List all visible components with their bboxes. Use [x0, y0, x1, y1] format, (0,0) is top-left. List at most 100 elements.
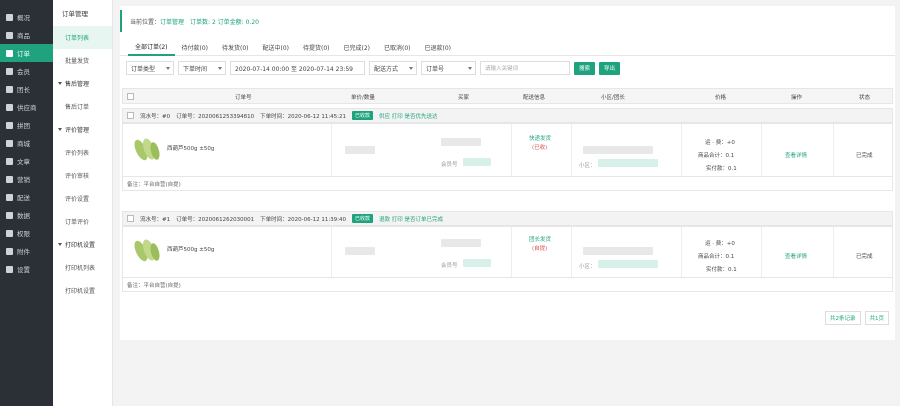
- order-summary: 订单数: 2 订单金额: 0.20: [190, 18, 259, 26]
- sidebar-item[interactable]: 概况: [0, 8, 53, 26]
- order-checkbox[interactable]: [127, 112, 134, 119]
- product-name[interactable]: 西葫芦500g ±50g: [167, 144, 214, 152]
- breadcrumb-current[interactable]: 订单管理: [160, 17, 184, 26]
- divider: [681, 124, 682, 176]
- order-action-links[interactable]: 供应 打印 是否优先送达: [379, 112, 438, 120]
- view-detail-link[interactable]: 查看详情: [785, 252, 807, 260]
- order-tab[interactable]: 已完成(2): [337, 38, 378, 56]
- order-remark: 备注：平台自营(自提): [122, 177, 893, 191]
- submenu-order-review[interactable]: 订单评价: [53, 210, 112, 233]
- order-tab[interactable]: 配送中(0): [256, 38, 297, 56]
- sidebar-item[interactable]: 营销: [0, 170, 53, 188]
- secondary-menu: 订单管理 订单列表 批量发货 售后管理 售后订单 评价管理 评价列表 评价审核 …: [53, 0, 113, 406]
- date-range-picker[interactable]: 2020-07-14 00:00 至 2020-07-14 23:59: [230, 61, 365, 75]
- submenu-group-after-sale[interactable]: 售后管理: [53, 72, 112, 95]
- col-dispatch: 配送信息: [523, 95, 546, 101]
- delivery-select[interactable]: 配送方式: [369, 61, 417, 75]
- sidebar-item-label: 附件: [17, 248, 30, 256]
- order-time: 下单时间：2020-06-12 11:39:40: [260, 216, 347, 223]
- submenu-review-settings[interactable]: 评价设置: [53, 187, 112, 210]
- sidebar-item[interactable]: 权限: [0, 224, 53, 242]
- select-value: 配送方式: [374, 65, 399, 73]
- submenu-printer-settings[interactable]: 打印机设置: [53, 279, 112, 302]
- divider: [331, 227, 332, 277]
- goods-total: 商品合计：0.1: [698, 254, 735, 260]
- sidebar-item[interactable]: 拼团: [0, 116, 53, 134]
- submenu-order-list[interactable]: 订单列表: [53, 26, 112, 49]
- order-row: 西葫芦500g ±50g 会员号 快递发货 (已收) 小区： 运 · 费：+0 …: [122, 123, 893, 177]
- product-name[interactable]: 西葫芦500g ±50g: [167, 245, 214, 253]
- sidebar-item[interactable]: 供应商: [0, 98, 53, 116]
- time-type-select[interactable]: 下单时间: [178, 61, 226, 75]
- divider: [331, 124, 332, 176]
- order-tab[interactable]: 全部订单(2): [128, 38, 175, 56]
- order-tab[interactable]: 待付款(0): [175, 38, 216, 56]
- community-label: 小区：: [579, 163, 596, 169]
- sidebar-item[interactable]: 文章: [0, 152, 53, 170]
- submenu-batch-ship[interactable]: 批量发货: [53, 49, 112, 72]
- paid-amount: 实付款：0.1: [706, 166, 737, 172]
- search-field-select[interactable]: 订单号: [421, 61, 476, 75]
- community-blur-2: [598, 159, 658, 167]
- sidebar-item[interactable]: 设置: [0, 260, 53, 278]
- order-status: 已完成: [856, 254, 873, 260]
- product-image: [134, 239, 160, 262]
- sidebar-item[interactable]: 团长: [0, 80, 53, 98]
- submenu-group-printer[interactable]: 打印机设置: [53, 233, 112, 256]
- order-number: 订单号：2020061262030001: [176, 216, 255, 223]
- sidebar-item[interactable]: 配送: [0, 188, 53, 206]
- order-tab[interactable]: 已取消(0): [377, 38, 418, 56]
- menu-icon: [6, 139, 13, 147]
- col-status: 状态: [859, 95, 871, 101]
- order-checkbox[interactable]: [127, 215, 134, 222]
- sidebar-item[interactable]: 订单: [0, 44, 53, 62]
- view-detail-link[interactable]: 查看详情: [785, 151, 807, 159]
- order-tab[interactable]: 待提货(0): [296, 38, 337, 56]
- menu-icon: [6, 265, 13, 273]
- price-qty-blur: [345, 247, 375, 255]
- menu-icon: [6, 85, 13, 93]
- group-label: 打印机设置: [65, 242, 96, 249]
- submenu-review-audit[interactable]: 评价审核: [53, 164, 112, 187]
- paid-amount: 实付款：0.1: [706, 267, 737, 273]
- sidebar-item[interactable]: 附件: [0, 242, 53, 260]
- submenu-group-review[interactable]: 评价管理: [53, 118, 112, 141]
- sidebar-item-label: 文章: [17, 158, 30, 166]
- date-range-value: 2020-07-14 00:00 至 2020-07-14 23:59: [235, 65, 353, 73]
- submenu-review-list[interactable]: 评价列表: [53, 141, 112, 164]
- sidebar-item[interactable]: 商品: [0, 26, 53, 44]
- submenu-title: 订单管理: [62, 10, 88, 18]
- logo: [0, 0, 53, 8]
- order-tab[interactable]: 已退款(0): [418, 38, 459, 56]
- order-tab[interactable]: 待发货(0): [215, 38, 256, 56]
- dropdown-icon: [166, 67, 170, 70]
- community-label: 小区：: [579, 264, 596, 270]
- divider: [571, 124, 572, 176]
- dropdown-icon: [218, 67, 222, 70]
- select-all-checkbox[interactable]: [127, 93, 134, 100]
- divider: [681, 227, 682, 277]
- dispatch-type: 快递发货: [529, 136, 552, 142]
- search-input[interactable]: 请输入关键词: [480, 61, 570, 75]
- menu-icon: [6, 121, 13, 129]
- col-price-qty: 单价/数量: [351, 95, 375, 101]
- col-action: 操作: [791, 95, 803, 101]
- order-status: 已完成: [856, 153, 873, 159]
- order-action-links[interactable]: 退款 打印 是否订单已完成: [379, 215, 443, 223]
- pagination: 共2条记录 共1页: [825, 311, 889, 325]
- sidebar-item[interactable]: 数据: [0, 206, 53, 224]
- group-label: 售后管理: [65, 81, 90, 88]
- submenu-after-sale-orders[interactable]: 售后订单: [53, 95, 112, 118]
- sidebar-item[interactable]: 会员: [0, 62, 53, 80]
- col-buyer: 买家: [458, 95, 470, 101]
- pager-pages[interactable]: 共1页: [864, 311, 889, 325]
- sidebar-item[interactable]: 商城: [0, 134, 53, 152]
- submenu-printer-list[interactable]: 打印机列表: [53, 256, 112, 279]
- select-value: 下单时间: [183, 65, 208, 73]
- export-button[interactable]: 导出: [599, 61, 621, 75]
- order-type-select[interactable]: 订单类型: [126, 61, 174, 75]
- status-badge: 已收款: [352, 214, 374, 223]
- order-header: 流水号：#0 订单号：2020061253394810 下单时间：2020-06…: [122, 108, 893, 123]
- search-button[interactable]: 搜索: [574, 61, 596, 75]
- shipping-fee: 运 · 费：+0: [705, 241, 735, 247]
